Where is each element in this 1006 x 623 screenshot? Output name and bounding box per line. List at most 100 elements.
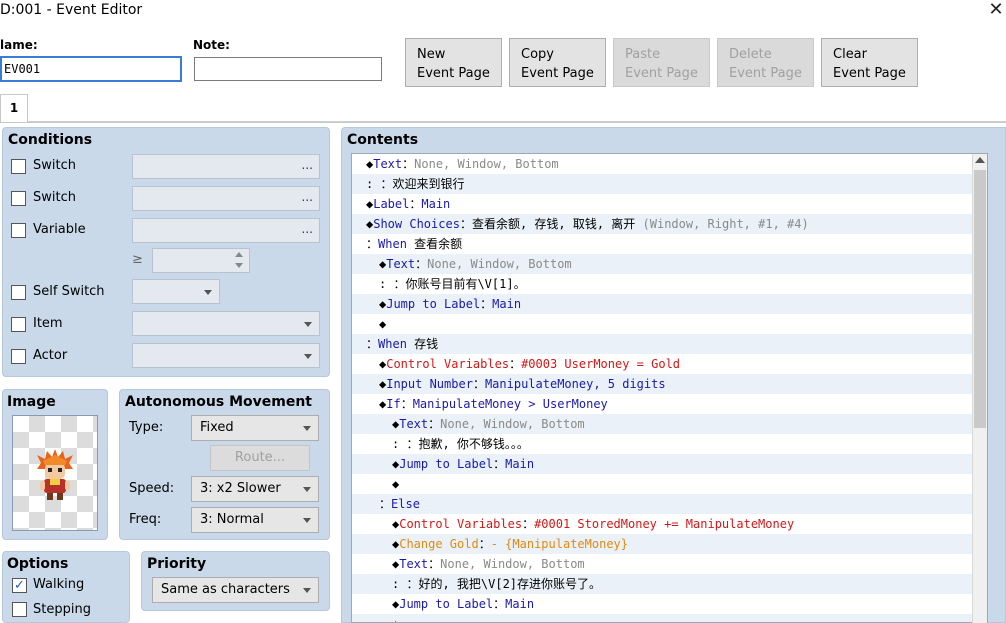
command-row[interactable]: ◆Show Choices：查看余额, 存钱, 取钱, 离开 (Window, … bbox=[352, 214, 972, 234]
command-text: Text bbox=[373, 157, 403, 171]
chevron-down-icon bbox=[303, 426, 311, 431]
command-text: ◆ bbox=[379, 317, 387, 331]
variable-value-spinner[interactable] bbox=[152, 248, 250, 273]
event-command-list[interactable]: ◆Text：None, Window, Bottom: ：欢迎来到银行 ◆Labe… bbox=[351, 153, 988, 623]
command-text: 查看余额 bbox=[414, 237, 463, 251]
command-row[interactable]: ◆Text：None, Window, Bottom bbox=[352, 154, 972, 174]
command-row[interactable]: ◆Label：Main bbox=[352, 194, 972, 214]
command-text: ManipulateMoney > UserMoney bbox=[412, 397, 608, 411]
command-text: Jump to Label bbox=[399, 457, 494, 471]
item-dropdown[interactable] bbox=[132, 311, 320, 336]
command-text: If bbox=[386, 397, 401, 411]
switch2-field[interactable]: ... bbox=[132, 186, 320, 211]
self-switch-dropdown[interactable] bbox=[132, 279, 220, 304]
actor-checkbox[interactable] bbox=[11, 349, 26, 364]
command-text: Text bbox=[399, 557, 429, 571]
button-line: Event Page bbox=[625, 66, 698, 81]
clear-event-page-button[interactable]: Clear Event Page bbox=[821, 38, 918, 87]
delete-event-page-button[interactable]: Delete Event Page bbox=[717, 38, 814, 87]
chevron-down-icon bbox=[303, 518, 311, 523]
ellipsis-icon: ... bbox=[301, 222, 313, 236]
command-row[interactable]: : ：好的, 我把\V[2]存进你账号了。 bbox=[352, 574, 972, 594]
close-icon[interactable]: ✕ bbox=[986, 0, 1006, 22]
chevron-down-icon bbox=[303, 588, 311, 593]
actor-dropdown[interactable] bbox=[132, 343, 320, 368]
command-row[interactable]: ◆Input Number：ManipulateMoney, 5 digits bbox=[352, 374, 972, 394]
new-event-page-button[interactable]: New Event Page bbox=[405, 38, 502, 87]
command-row[interactable]: ◆Control Variables：#0003 UserMoney = Gol… bbox=[352, 354, 972, 374]
command-text: Else bbox=[391, 497, 420, 511]
button-line: New bbox=[417, 47, 446, 62]
name-input[interactable]: EV001 bbox=[0, 56, 182, 82]
scrollbar-thumb[interactable] bbox=[974, 170, 986, 428]
command-row[interactable]: ◆Text：None, Window, Bottom bbox=[352, 254, 972, 274]
command-row[interactable]: : ：欢迎来到银行 bbox=[352, 174, 972, 194]
priority-dropdown[interactable]: Same as characters bbox=[152, 577, 319, 603]
command-row[interactable]: ◆Text：None, Window, Bottom bbox=[352, 414, 972, 434]
command-row[interactable]: ：Else bbox=[352, 494, 972, 514]
switch1-field[interactable]: ... bbox=[132, 154, 320, 179]
command-text: Control Variables bbox=[399, 517, 523, 531]
page-tab-bar bbox=[0, 90, 1006, 122]
name-label: lame: bbox=[0, 38, 38, 52]
self-switch-checkbox[interactable] bbox=[11, 285, 26, 300]
button-line: Event Page bbox=[729, 66, 802, 81]
note-input[interactable] bbox=[194, 57, 382, 81]
route-button[interactable]: Route... bbox=[210, 445, 310, 471]
tab-page-1[interactable]: 1 bbox=[0, 94, 28, 122]
command-text: #0001 StoredMoney += ManipulateMoney bbox=[534, 517, 795, 531]
command-text: None, Window, Bottom bbox=[427, 257, 572, 271]
spin-down-icon[interactable] bbox=[235, 263, 243, 268]
command-row[interactable]: ◆Change Gold：- {ManipulateMoney} bbox=[352, 534, 972, 554]
self-switch-label: Self Switch bbox=[33, 284, 105, 299]
freq-dropdown[interactable]: 3: Normal bbox=[191, 507, 319, 533]
command-text: : ： bbox=[392, 577, 419, 591]
command-row[interactable]: ◆ bbox=[352, 474, 972, 494]
speed-dropdown[interactable]: 3: x2 Slower bbox=[191, 476, 319, 502]
paste-event-page-button[interactable]: Paste Event Page bbox=[613, 38, 710, 87]
command-text: ： bbox=[509, 357, 522, 371]
item-checkbox[interactable] bbox=[11, 317, 26, 332]
stepping-checkbox[interactable] bbox=[12, 602, 27, 617]
actor-label: Actor bbox=[33, 348, 68, 363]
command-row[interactable]: : ：你账号目前有\V[1]。 bbox=[352, 274, 972, 294]
command-row[interactable]: ◆Text：None, Window, Bottom bbox=[352, 554, 972, 574]
command-text: ： bbox=[428, 557, 441, 571]
switch1-checkbox[interactable] bbox=[11, 159, 26, 174]
priority-title: Priority bbox=[147, 556, 207, 572]
ellipsis-icon: ... bbox=[301, 158, 313, 172]
command-row[interactable]: ◆ bbox=[352, 614, 972, 622]
variable-field[interactable]: ... bbox=[132, 218, 320, 243]
command-text: ： bbox=[379, 497, 392, 511]
command-text: When bbox=[378, 337, 415, 351]
switch2-label: Switch bbox=[33, 190, 76, 205]
command-row[interactable]: ：When 查看余额 bbox=[352, 234, 972, 254]
command-row[interactable]: : ：抱歉, 你不够钱。。。 bbox=[352, 434, 972, 454]
command-row[interactable]: ◆Control Variables：#0001 StoredMoney += … bbox=[352, 514, 972, 534]
command-row[interactable]: ◆Jump to Label：Main bbox=[352, 454, 972, 474]
command-text: None, Window, Bottom bbox=[414, 157, 559, 171]
command-text: Jump to Label bbox=[386, 297, 481, 311]
scroll-up-icon[interactable] bbox=[975, 157, 985, 163]
walking-checkbox[interactable]: ✓ bbox=[12, 578, 27, 593]
command-row[interactable]: ◆Jump to Label：Main bbox=[352, 294, 972, 314]
command-text: Main bbox=[505, 597, 535, 611]
command-text: Jump to Label bbox=[399, 597, 494, 611]
command-row[interactable]: ◆ bbox=[352, 314, 972, 334]
type-dropdown[interactable]: Fixed bbox=[191, 415, 319, 441]
speed-label: Speed: bbox=[129, 481, 175, 496]
command-row[interactable]: ：When 存钱 bbox=[352, 334, 972, 354]
command-row[interactable]: ◆If：ManipulateMoney > UserMoney bbox=[352, 394, 972, 414]
event-image-preview[interactable] bbox=[12, 415, 98, 531]
command-text: Text bbox=[399, 417, 429, 431]
command-text: None, Window, Bottom bbox=[440, 417, 585, 431]
freq-label: Freq: bbox=[129, 512, 162, 527]
command-text: None, Window, Bottom bbox=[440, 557, 585, 571]
command-text: ： bbox=[366, 237, 379, 251]
command-row[interactable]: ◆Jump to Label：Main bbox=[352, 594, 972, 614]
spin-up-icon[interactable] bbox=[235, 252, 243, 257]
copy-event-page-button[interactable]: Copy Event Page bbox=[509, 38, 606, 87]
window-title: D:001 - Event Editor bbox=[0, 2, 143, 18]
switch2-checkbox[interactable] bbox=[11, 191, 26, 206]
variable-checkbox[interactable] bbox=[11, 223, 26, 238]
